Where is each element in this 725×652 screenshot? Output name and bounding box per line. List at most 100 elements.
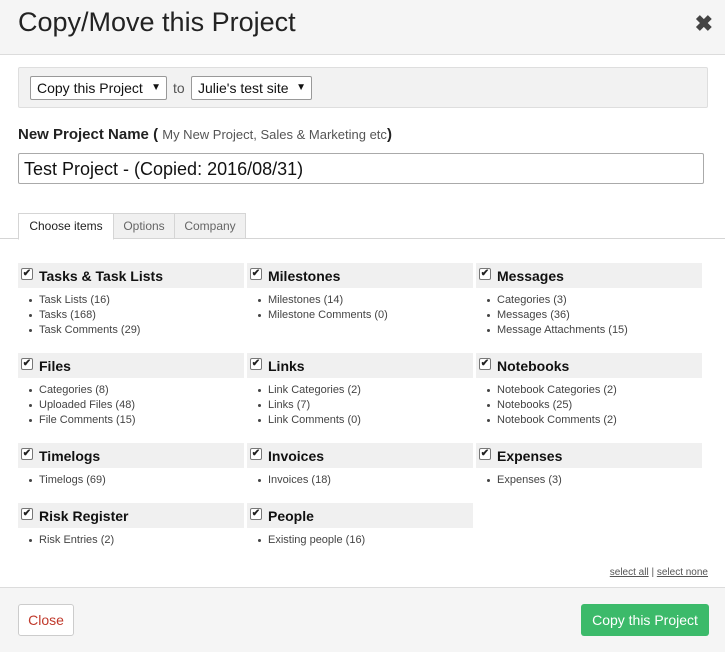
list-item: Task Lists (16) xyxy=(18,293,244,308)
list-item: Link Comments (0) xyxy=(247,413,473,428)
checkbox-risk-register[interactable]: ✔ xyxy=(21,508,33,520)
item-group-title: Links xyxy=(268,358,305,374)
action-select[interactable]: Copy this Project ▼ xyxy=(30,76,167,100)
close-icon[interactable]: ✖ xyxy=(695,10,713,38)
item-group-milestones: ✔ Milestones Milestones (14) Milestone Comm… xyxy=(247,263,473,323)
tab-choose-items[interactable]: Choose items xyxy=(18,213,114,240)
dialog-footer: Close Copy this Project xyxy=(0,587,725,652)
checkbox-files[interactable]: ✔ xyxy=(21,358,33,370)
project-name-label: New Project Name ( My New Project, Sales… xyxy=(18,126,392,143)
item-group-title: Tasks & Task Lists xyxy=(39,268,163,284)
tab-options[interactable]: Options xyxy=(113,213,175,239)
list-item: Uploaded Files (48) xyxy=(18,398,244,413)
item-group-title: Expenses xyxy=(497,448,563,464)
item-group-header: ✔ Risk Register xyxy=(18,503,244,528)
list-item: Notebooks (25) xyxy=(476,398,702,413)
item-group-risk-register: ✔ Risk Register Risk Entries (2) xyxy=(18,503,244,548)
list-item: Categories (8) xyxy=(18,383,244,398)
item-group-title: Risk Register xyxy=(39,508,129,524)
dropdown-arrow-icon: ▼ xyxy=(151,82,161,93)
item-group-header: ✔ People xyxy=(247,503,473,528)
item-group-header: ✔ Files xyxy=(18,353,244,378)
dialog-header: Copy/Move this Project ✖ xyxy=(0,0,725,55)
item-group-list: Categories (8) Uploaded Files (48) File Co… xyxy=(18,383,244,428)
item-group-header: ✔ Messages xyxy=(476,263,702,288)
checkbox-messages[interactable]: ✔ xyxy=(479,268,491,280)
item-group-header: ✔ Milestones xyxy=(247,263,473,288)
item-group-people: ✔ People Existing people (16) xyxy=(247,503,473,548)
list-item: Link Categories (2) xyxy=(247,383,473,398)
item-group-list: Task Lists (16) Tasks (168) Task Comments … xyxy=(18,293,244,338)
item-group-links: ✔ Links Link Categories (2) Links (7) Link C… xyxy=(247,353,473,428)
tab-company[interactable]: Company xyxy=(174,213,246,239)
item-group-timelogs: ✔ Timelogs Timelogs (69) xyxy=(18,443,244,488)
item-group-title: Invoices xyxy=(268,448,325,464)
checkbox-expenses[interactable]: ✔ xyxy=(479,448,491,460)
item-group-messages: ✔ Messages Categories (3) Messages (36) Mess… xyxy=(476,263,702,338)
list-item: Expenses (3) xyxy=(476,473,702,488)
item-group-title: Milestones xyxy=(268,268,341,284)
hint-close-paren: ) xyxy=(386,126,392,143)
item-group-header: ✔ Tasks & Task Lists xyxy=(18,263,244,288)
checkbox-invoices[interactable]: ✔ xyxy=(250,448,262,460)
to-label: to xyxy=(173,80,185,96)
list-item: Existing people (16) xyxy=(247,533,473,548)
select-all-link[interactable]: select all xyxy=(610,567,649,578)
checkbox-links[interactable]: ✔ xyxy=(250,358,262,370)
copy-project-button[interactable]: Copy this Project xyxy=(581,604,709,636)
item-group-files: ✔ Files Categories (8) Uploaded Files (48) F… xyxy=(18,353,244,428)
site-select[interactable]: Julie's test site ▼ xyxy=(191,76,312,100)
item-group-header: ✔ Invoices xyxy=(247,443,473,468)
item-group-list: Invoices (18) xyxy=(247,473,473,488)
checkbox-milestones[interactable]: ✔ xyxy=(250,268,262,280)
list-item: Categories (3) xyxy=(476,293,702,308)
item-group-header: ✔ Timelogs xyxy=(18,443,244,468)
list-item: Invoices (18) xyxy=(247,473,473,488)
checkbox-notebooks[interactable]: ✔ xyxy=(479,358,491,370)
item-group-list: Milestones (14) Milestone Comments (0) xyxy=(247,293,473,323)
close-button[interactable]: Close xyxy=(18,604,74,636)
tab-bar: Choose items Options Company xyxy=(0,213,725,240)
item-group-list: Expenses (3) xyxy=(476,473,702,488)
dropdown-arrow-icon: ▼ xyxy=(296,82,306,93)
project-name-label-text: New Project Name xyxy=(18,126,149,143)
list-item: Notebook Categories (2) xyxy=(476,383,702,398)
select-links: select all | select none xyxy=(610,567,708,578)
item-group-list: Timelogs (69) xyxy=(18,473,244,488)
item-group-list: Risk Entries (2) xyxy=(18,533,244,548)
list-item: Task Comments (29) xyxy=(18,323,244,338)
select-links-separator: | xyxy=(651,567,655,578)
select-none-link[interactable]: select none xyxy=(657,567,708,578)
list-item: Risk Entries (2) xyxy=(18,533,244,548)
checkbox-timelogs[interactable]: ✔ xyxy=(21,448,33,460)
list-item: Milestone Comments (0) xyxy=(247,308,473,323)
copy-target-bar: Copy this Project ▼ to Julie's test site… xyxy=(18,67,708,108)
item-group-list: Link Categories (2) Links (7) Link Comment… xyxy=(247,383,473,428)
item-group-title: Files xyxy=(39,358,71,374)
item-group-list: Notebook Categories (2) Notebooks (25) Not… xyxy=(476,383,702,428)
item-group-list: Existing people (16) xyxy=(247,533,473,548)
item-group-title: Notebooks xyxy=(497,358,570,374)
action-select-value: Copy this Project xyxy=(37,80,143,96)
item-group-tasks-task-lists: ✔ Tasks & Task Lists Task Lists (16) Tasks … xyxy=(18,263,244,338)
list-item: Messages (36) xyxy=(476,308,702,323)
list-item: Links (7) xyxy=(247,398,473,413)
item-group-title: Timelogs xyxy=(39,448,101,464)
item-group-invoices: ✔ Invoices Invoices (18) xyxy=(247,443,473,488)
item-group-expenses: ✔ Expenses Expenses (3) xyxy=(476,443,702,488)
item-group-notebooks: ✔ Notebooks Notebook Categories (2) Noteboo… xyxy=(476,353,702,428)
item-group-title: Messages xyxy=(497,268,564,284)
checkbox-people[interactable]: ✔ xyxy=(250,508,262,520)
list-item: File Comments (15) xyxy=(18,413,244,428)
item-group-header: ✔ Notebooks xyxy=(476,353,702,378)
list-item: Message Attachments (15) xyxy=(476,323,702,338)
copy-move-dialog: Copy/Move this Project ✖ Copy this Proje… xyxy=(0,0,725,652)
project-name-input[interactable]: Test Project - (Copied: 2016/08/31) xyxy=(18,153,704,184)
item-group-title: People xyxy=(268,508,314,524)
list-item: Notebook Comments (2) xyxy=(476,413,702,428)
checkbox-tasks-task-lists[interactable]: ✔ xyxy=(21,268,33,280)
item-group-header: ✔ Links xyxy=(247,353,473,378)
list-item: Timelogs (69) xyxy=(18,473,244,488)
dialog-title: Copy/Move this Project xyxy=(18,7,296,37)
project-name-hint: My New Project, Sales & Marketing etc xyxy=(162,127,387,142)
